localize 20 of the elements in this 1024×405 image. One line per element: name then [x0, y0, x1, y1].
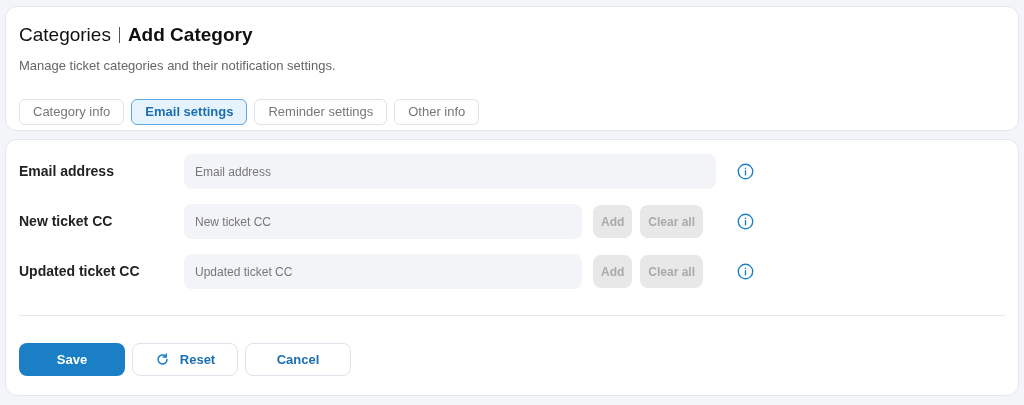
cancel-button[interactable]: Cancel	[245, 343, 351, 376]
field-label: New ticket CC	[19, 212, 114, 231]
reset-button[interactable]: Reset	[132, 343, 238, 376]
field-label: Updated ticket CC	[19, 262, 141, 281]
input-field[interactable]: Email address	[184, 154, 716, 189]
tab[interactable]: Email settings	[131, 99, 248, 125]
input-field[interactable]: Updated ticket CC	[184, 254, 582, 289]
page-title: Categories	[19, 23, 111, 47]
tab[interactable]: Category info	[19, 99, 125, 125]
info-icon[interactable]	[737, 263, 754, 280]
tab[interactable]: Reminder settings	[254, 99, 388, 125]
info-icon[interactable]	[737, 163, 754, 180]
page-description: Manage ticket categories and their notification settings.	[19, 56, 337, 75]
info-icon[interactable]	[737, 213, 754, 230]
field-label: Email address	[19, 162, 115, 181]
refresh-icon	[154, 352, 170, 367]
input-field[interactable]: New ticket CC	[184, 204, 582, 239]
tab[interactable]: Other info	[394, 99, 480, 125]
save-button[interactable]: Save	[19, 343, 125, 376]
page-subtitle: Add Category	[127, 23, 253, 47]
